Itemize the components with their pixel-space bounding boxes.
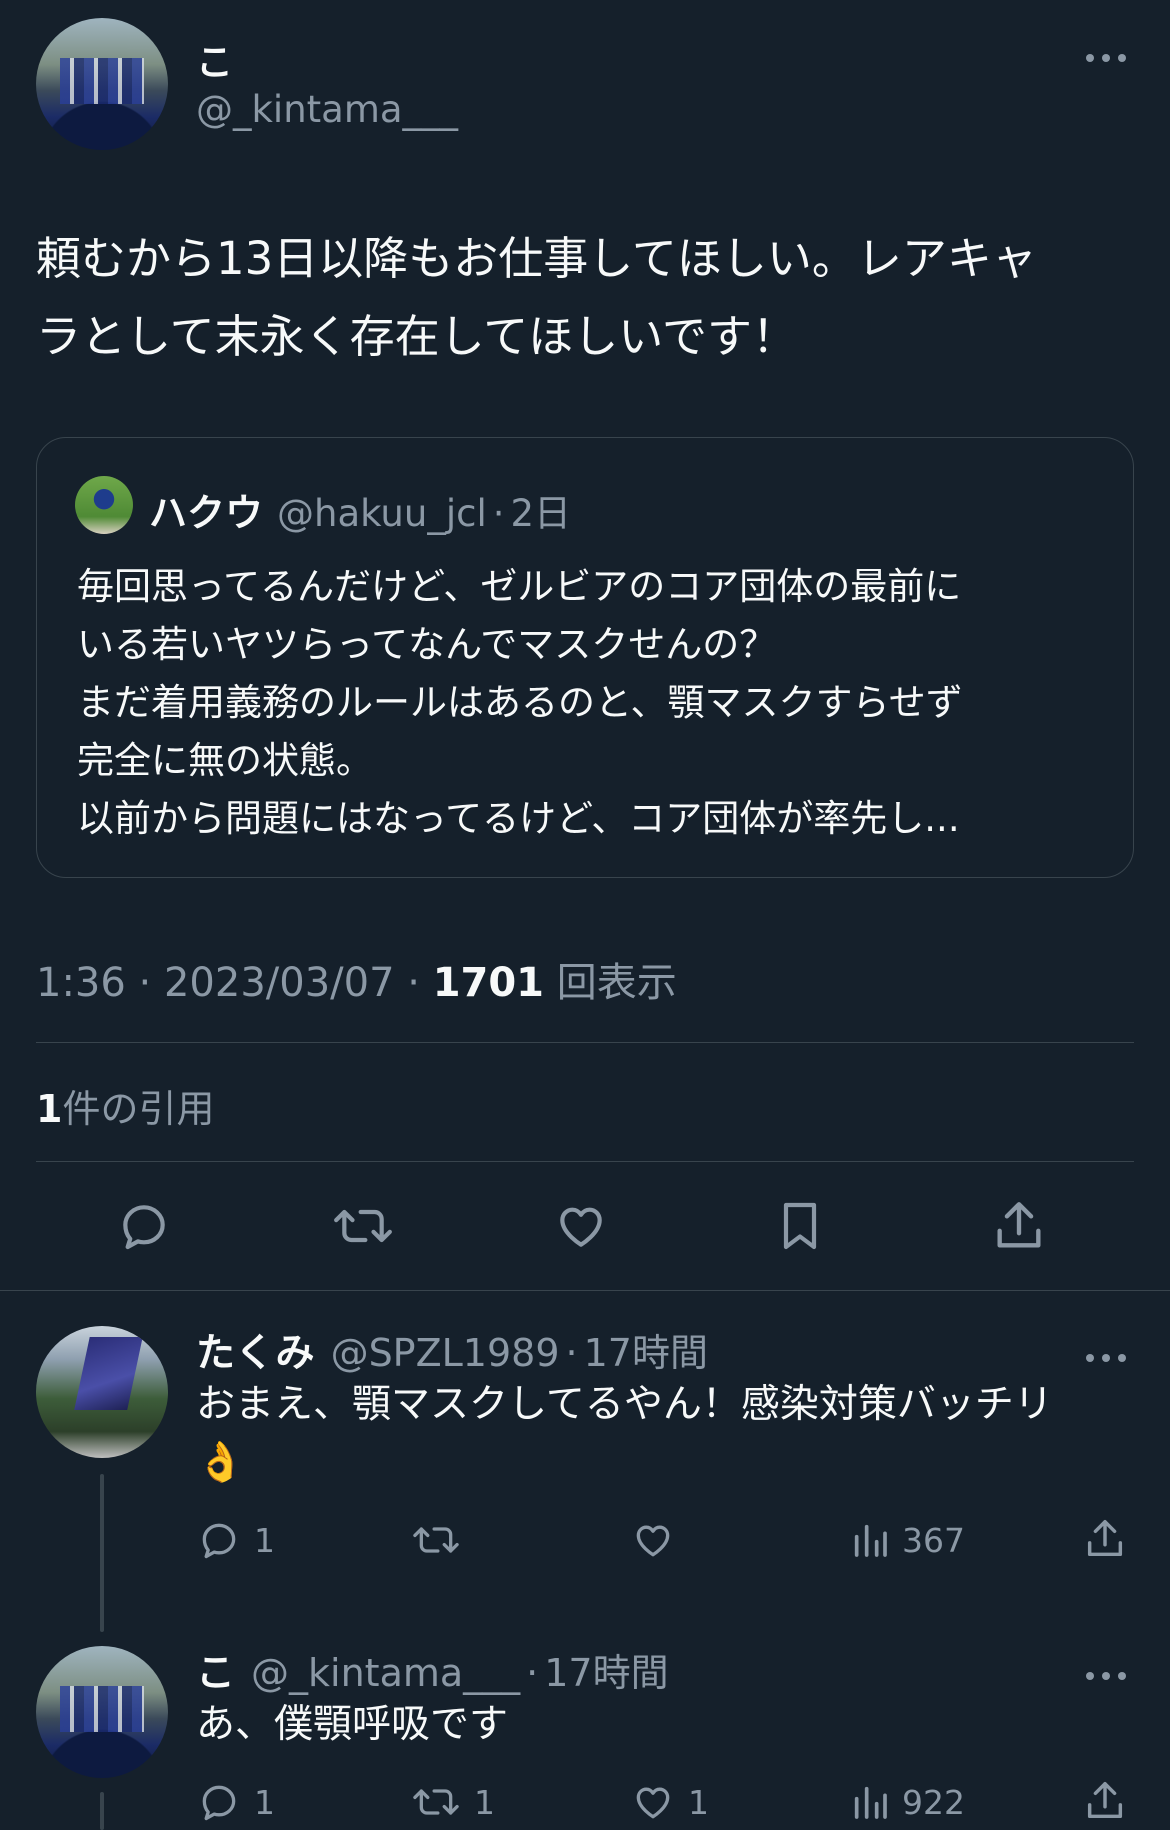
reply-text-line: 👌 — [196, 1440, 245, 1485]
reply-views-button[interactable]: 922 — [850, 1780, 965, 1824]
quotes-label: 件の引用 — [62, 1087, 215, 1131]
like-icon[interactable] — [551, 1198, 611, 1254]
tweet-date: 2023/03/07 — [163, 960, 395, 1006]
separator-dot: · — [492, 492, 505, 535]
separator-dot: · — [565, 1331, 578, 1375]
reply-like-button[interactable]: 1 — [630, 1780, 709, 1824]
divider — [36, 1042, 1134, 1043]
reply-retweet-button[interactable] — [410, 1518, 474, 1562]
quoted-author-avatar — [75, 476, 133, 534]
divider — [36, 1161, 1134, 1162]
reply-author-display-name[interactable]: たくみ — [196, 1322, 315, 1378]
reply-share-button[interactable] — [1082, 1778, 1128, 1824]
reply-views-button[interactable]: 367 — [850, 1518, 965, 1562]
tweet-text-line: ラとして末永く存在してほしいです！ — [36, 310, 797, 363]
share-icon[interactable] — [990, 1196, 1048, 1256]
reply-icon — [202, 1523, 236, 1559]
quotes-count-link[interactable]: 1件の引用 — [36, 1078, 214, 1133]
quoted-tweet-text: 毎回思ってるんだけど、ゼルビアのコア団体の最前に いる若いヤツらってなんでマスク… — [77, 565, 963, 840]
reply-text-line: おまえ、顎マスクしてるやん！感染対策バッチリ — [196, 1382, 1053, 1427]
reply-reply-button[interactable]: 1 — [196, 1518, 275, 1562]
reply-count: 1 — [254, 1782, 275, 1822]
more-horizontal-icon[interactable] — [1084, 1338, 1128, 1373]
retweet-icon — [413, 1527, 459, 1553]
reply-author-avatar[interactable] — [36, 1646, 168, 1778]
views-label: 回表示 — [556, 960, 677, 1006]
reply-text: おまえ、顎マスクしてるやん！感染対策バッチリ 👌 — [196, 1376, 1136, 1492]
quoted-tweet-time: 2日 — [510, 492, 572, 535]
like-count: 1 — [688, 1782, 709, 1822]
quoted-tweet-card[interactable]: ハクウ @hakuu_jcl · 2日 毎回思ってるんだけど、ゼルビアのコア団体… — [36, 437, 1134, 878]
quoted-author-handle: @hakuu_jcl — [277, 492, 487, 535]
tweet-text-line: 頼むから13日以降もお仕事してほしい。レアキャ — [36, 232, 1037, 285]
reply-author-display-name[interactable]: こ — [196, 1642, 235, 1698]
reply-author-handle[interactable]: @SPZL1989 — [331, 1331, 560, 1375]
tweet-time: 1:36 — [36, 960, 126, 1006]
reply-author-avatar[interactable] — [36, 1326, 168, 1458]
views-count: 922 — [902, 1782, 965, 1822]
views-count: 1701 — [432, 960, 545, 1006]
reply-text-line: あ、僕顎呼吸です — [196, 1702, 509, 1747]
reply-author-handle[interactable]: @_kintama___ — [251, 1651, 520, 1695]
author-display-name[interactable]: こ — [196, 32, 233, 86]
reply-count: 1 — [254, 1520, 275, 1560]
like-icon — [636, 1787, 670, 1819]
author-avatar[interactable] — [36, 18, 168, 150]
quoted-author-display-name: ハクウ — [149, 491, 264, 535]
retweet-count: 1 — [474, 1782, 495, 1822]
reply-text: あ、僕顎呼吸です — [196, 1696, 1136, 1754]
views-icon — [854, 1524, 887, 1557]
quotes-count: 1 — [36, 1087, 63, 1131]
retweet-icon[interactable] — [330, 1198, 396, 1254]
author-handle[interactable]: @_kintama___ — [196, 88, 458, 131]
reply-retweet-button[interactable]: 1 — [410, 1780, 495, 1824]
retweet-icon — [413, 1789, 459, 1815]
like-icon — [636, 1525, 670, 1557]
tweet-text: 頼むから13日以降もお仕事してほしい。レアキャ ラとして末永く存在してほしいです… — [36, 220, 1136, 376]
bookmark-icon[interactable] — [772, 1196, 828, 1256]
share-icon — [1087, 1520, 1123, 1557]
reply-time[interactable]: 17時間 — [544, 1642, 668, 1697]
views-count: 367 — [902, 1520, 965, 1560]
thread-line — [100, 1792, 104, 1830]
views-icon — [854, 1786, 887, 1819]
reply-time[interactable]: 17時間 — [584, 1322, 708, 1377]
tweet-meta: 1:36 · 2023/03/07 · 1701 回表示 — [36, 960, 677, 1006]
divider — [0, 1290, 1170, 1291]
reply-share-button[interactable] — [1082, 1516, 1128, 1562]
reply-icon[interactable] — [114, 1198, 174, 1254]
more-horizontal-icon[interactable] — [1084, 1656, 1128, 1691]
separator-dot: · — [526, 1651, 539, 1695]
reply-icon — [202, 1785, 236, 1821]
share-icon — [1087, 1782, 1123, 1819]
thread-line — [100, 1474, 104, 1632]
more-horizontal-icon[interactable] — [1084, 38, 1128, 73]
reply-reply-button[interactable]: 1 — [196, 1780, 275, 1824]
reply-like-button[interactable] — [630, 1518, 688, 1562]
